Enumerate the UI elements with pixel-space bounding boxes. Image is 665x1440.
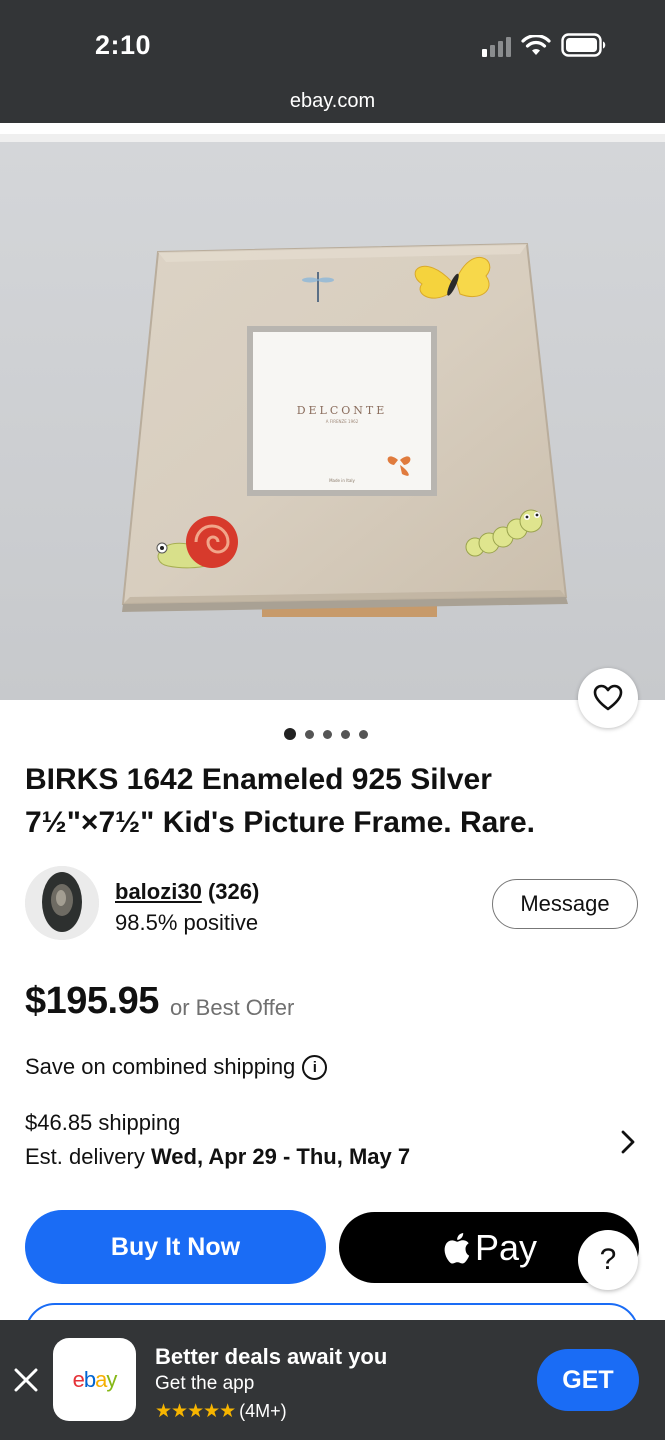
image-pager[interactable] <box>284 728 368 740</box>
star-rating-icon: ★★★★★ <box>155 1401 236 1422</box>
buy-it-now-button[interactable]: Buy It Now <box>25 1210 326 1284</box>
seller-username[interactable]: balozi30 <box>115 879 202 904</box>
combined-shipping[interactable]: Save on combined shipping i <box>25 1054 328 1080</box>
delivery-estimate: Est. delivery Wed, Apr 29 - Thu, May 7 <box>25 1144 410 1170</box>
get-app-button[interactable]: GET <box>537 1349 639 1411</box>
banner-subtitle: Get the app <box>155 1373 255 1394</box>
listing-title: BIRKS 1642 Enameled 925 Silver 7½"×7½" K… <box>25 763 535 839</box>
info-icon[interactable]: i <box>302 1054 328 1080</box>
pager-dot[interactable] <box>323 729 332 739</box>
close-icon[interactable] <box>14 1368 38 1397</box>
combined-shipping-label: Save on combined shipping <box>25 1054 296 1079</box>
pager-dot[interactable] <box>305 729 314 739</box>
frame-made-in-text: Made in Italy <box>329 478 355 483</box>
pager-dot-active[interactable] <box>284 728 296 740</box>
product-image[interactable]: DELCONTE A FIRENZE 1962 Made in Italy <box>0 142 665 700</box>
chevron-right-icon[interactable] <box>620 1130 636 1159</box>
pager-dot[interactable] <box>341 729 350 739</box>
wifi-icon <box>521 35 551 57</box>
watch-button[interactable] <box>578 668 638 728</box>
seller-name[interactable]: balozi30 (326) <box>115 879 259 905</box>
seller-feedback: 98.5% positive <box>115 910 259 935</box>
frame-sub-text: A FIRENZE 1962 <box>326 419 359 424</box>
app-rating: ★★★★★ (4M+) <box>155 1400 287 1423</box>
heart-icon <box>593 684 623 711</box>
seller-avatar[interactable] <box>25 866 99 940</box>
best-offer-text: or Best Offer <box>170 995 295 1020</box>
delivery-prefix: Est. delivery <box>25 1144 151 1169</box>
status-icons <box>482 33 607 57</box>
help-button[interactable]: ? <box>578 1230 638 1290</box>
apple-icon <box>444 1232 470 1264</box>
browser-url[interactable]: ebay.com <box>0 90 665 113</box>
price: $195.95 <box>25 980 159 1022</box>
banner-title: Better deals await you <box>155 1344 388 1369</box>
frame-brand-text: DELCONTE <box>297 404 388 417</box>
shipping-cost: $46.85 shipping <box>25 1110 181 1135</box>
rating-count: (4M+) <box>239 1401 287 1421</box>
battery-icon <box>561 33 607 57</box>
ebay-app-logo[interactable]: ebay <box>53 1338 136 1421</box>
app-install-banner: ebay Better deals await you Get the app … <box>0 1320 665 1440</box>
cellular-signal-icon <box>482 37 511 57</box>
seller-score: (326) <box>207 879 260 904</box>
message-button[interactable]: Message <box>492 879 638 929</box>
status-time: 2:10 <box>95 30 152 60</box>
pager-dot[interactable] <box>359 729 368 739</box>
status-bar: 2:10 ebay.com <box>0 0 665 123</box>
delivery-dates: Wed, Apr 29 - Thu, May 7 <box>150 1144 411 1169</box>
divider <box>0 134 665 142</box>
apple-pay-label: Pay <box>474 1226 538 1268</box>
